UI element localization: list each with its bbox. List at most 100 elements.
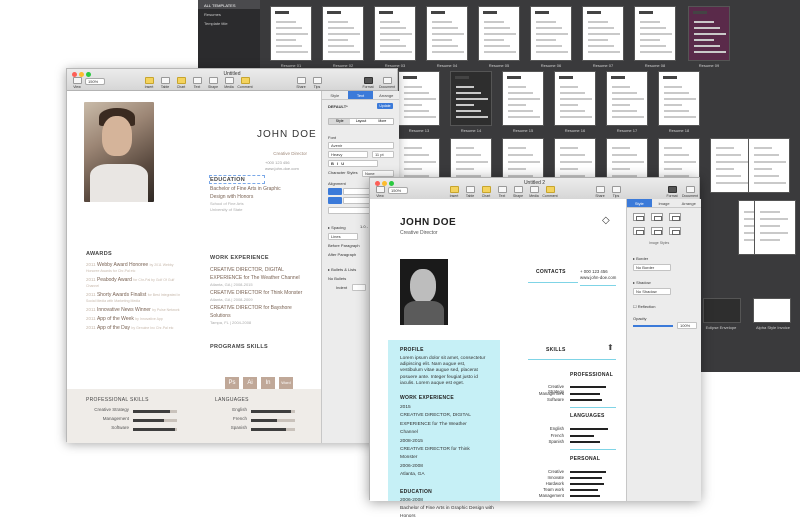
opacity-slider[interactable] — [633, 325, 673, 327]
toolbar-chart-button[interactable]: Chart — [478, 186, 494, 198]
indent-field[interactable] — [352, 284, 366, 291]
subtab-layout[interactable]: Layout — [350, 119, 371, 124]
template-thumbnail[interactable] — [530, 6, 572, 61]
tab-style[interactable]: Style — [627, 199, 652, 207]
toolbar-share-button[interactable]: Share — [293, 77, 309, 89]
toolbar-comment-button[interactable]: Comment — [237, 77, 253, 89]
font-size-field[interactable]: 11 pt — [372, 151, 394, 158]
contacts-heading[interactable]: CONTACTS — [536, 269, 566, 275]
image-style-2[interactable] — [651, 213, 663, 221]
toolbar-tips-button[interactable]: Tips — [309, 77, 325, 89]
template-thumbnail[interactable] — [374, 6, 416, 61]
profile-heading[interactable]: PROFILE — [400, 347, 424, 353]
toolbar-media-button[interactable]: Media — [526, 186, 542, 198]
education-heading[interactable]: EDUCATION — [400, 489, 432, 495]
award-item[interactable]: 2011 Webby Award Honoree by 2011 Webby H… — [86, 262, 186, 274]
awards-list[interactable]: 2011 Webby Award Honoree by 2011 Webby H… — [86, 262, 186, 334]
sidebar-item-all-templates[interactable]: ALL TEMPLATES — [198, 0, 260, 9]
resume-role[interactable]: Creative Director — [400, 230, 438, 236]
awards-heading[interactable]: AWARDS — [86, 251, 112, 257]
profile-photo[interactable] — [400, 259, 448, 325]
toolbar-share-button[interactable]: Share — [592, 186, 608, 198]
programs-heading[interactable]: PROGRAMS SKILLS — [210, 344, 268, 350]
zoom-select[interactable]: 150% — [85, 78, 105, 85]
image-style-4[interactable] — [633, 227, 645, 235]
award-item[interactable]: 2011 App of the Week by Innovative App — [86, 316, 186, 322]
resume-email[interactable]: www.john-doe.com — [265, 166, 299, 171]
font-family-select[interactable]: Avenir — [328, 142, 394, 149]
toolbar-view-button[interactable]: View — [69, 77, 85, 89]
personal-heading[interactable]: PERSONAL — [570, 456, 600, 462]
subtab-more[interactable]: More — [372, 119, 393, 124]
toolbar-table-button[interactable]: Table — [462, 186, 478, 198]
work-text[interactable]: 2015 CREATIVE DIRECTOR, DIGITAL EXPERIENCE… — [400, 404, 498, 480]
resume-phone[interactable]: +000 123 456 — [265, 160, 290, 165]
work-item[interactable]: CREATIVE DIRECTOR for Think Monster Atlan… — [210, 289, 305, 302]
template-thumbnail[interactable] — [606, 71, 648, 126]
subtab-style[interactable]: Style — [329, 119, 351, 124]
skills-heading[interactable]: SKILLS — [546, 347, 566, 353]
template-thumbnail[interactable] — [270, 6, 312, 61]
education-text[interactable]: Bachelor of Fine Arts in Graphic Design w… — [210, 185, 310, 213]
template-thumbnail[interactable] — [753, 298, 791, 323]
tab-arrange[interactable]: Arrange — [676, 199, 701, 207]
toolbar-text-button[interactable]: Text — [494, 186, 510, 198]
toolbar-text-button[interactable]: Text — [189, 77, 205, 89]
template-thumbnail[interactable] — [754, 200, 796, 255]
align-left-button[interactable] — [328, 188, 342, 195]
work-list[interactable]: CREATIVE DIRECTOR, DIGITAL EXPERIENCE fo… — [210, 266, 305, 327]
tab-style[interactable]: Style — [322, 91, 348, 99]
opacity-field[interactable]: 100% — [677, 322, 697, 329]
template-thumbnail[interactable] — [398, 71, 440, 126]
template-thumbnail[interactable] — [554, 71, 596, 126]
toolbar-format-button[interactable]: Format — [360, 77, 376, 89]
sidebar-item-template-title[interactable]: Template title — [198, 18, 260, 27]
toolbar-view-button[interactable]: View — [372, 186, 388, 198]
toolbar-shape-button[interactable]: Shape — [205, 77, 221, 89]
contact-info[interactable]: + 000 123 456 www.john-doe.com — [580, 269, 616, 281]
sidebar-item-resumes[interactable]: Resumes — [198, 9, 260, 18]
resume-role[interactable]: Creative Director — [257, 151, 307, 156]
languages-heading[interactable]: LANGUAGES — [215, 397, 249, 403]
tab-arrange[interactable]: Arrange — [373, 91, 399, 99]
resume-name[interactable]: JOHN DOE — [400, 217, 456, 228]
font-style-buttons[interactable]: B I U — [328, 160, 378, 167]
shadow-select[interactable]: No Shadow — [633, 288, 671, 295]
zoom-select[interactable]: 150% — [388, 187, 408, 194]
work-heading[interactable]: WORK EXPERIENCE — [400, 395, 454, 401]
education-heading[interactable]: EDUCATION — [210, 177, 245, 183]
education-text[interactable]: 2006-2008 Bachelor of Fine Arts in Graphi… — [400, 497, 498, 521]
image-style-5[interactable] — [651, 227, 663, 235]
toolbar-format-button[interactable]: Format — [664, 186, 680, 198]
award-item[interactable]: 2011 Peabody Award for Chr-Pal by Golf O… — [86, 277, 186, 289]
image-style-1[interactable] — [633, 213, 645, 221]
template-thumbnail[interactable] — [658, 71, 700, 126]
tab-text[interactable]: Text — [347, 91, 374, 99]
pro-skills-heading[interactable]: PROFESSIONAL SKILLS — [86, 397, 149, 403]
tab-image[interactable]: Image — [652, 199, 677, 207]
template-thumbnail[interactable] — [634, 6, 676, 61]
lines-select[interactable]: Lines — [328, 233, 358, 240]
languages-heading[interactable]: LANGUAGES — [570, 413, 605, 419]
professional-heading[interactable]: PROFESSIONAL — [570, 372, 613, 378]
image-style-3[interactable] — [669, 213, 681, 221]
award-item[interactable]: 2011 Innovative News Winner by Pulse Net… — [86, 307, 186, 313]
toolbar-shape-button[interactable]: Shape — [510, 186, 526, 198]
arrow-up-icon[interactable]: ⬆ — [607, 343, 614, 352]
template-thumbnail[interactable] — [710, 138, 752, 193]
resume-name[interactable]: JOHN DOE — [257, 129, 317, 140]
template-thumbnail[interactable] — [688, 6, 730, 61]
template-thumbnail[interactable] — [450, 71, 492, 126]
award-item[interactable]: 2011 Shorty Awards Finalist for Best Int… — [86, 292, 186, 304]
toolbar-insert-button[interactable]: Insert — [141, 77, 157, 89]
character-styles-select[interactable]: None — [362, 170, 394, 177]
template-thumbnail[interactable] — [502, 71, 544, 126]
indent-button[interactable] — [328, 197, 342, 204]
template-thumbnail[interactable] — [322, 6, 364, 61]
template-thumbnail[interactable] — [426, 6, 468, 61]
award-item[interactable]: 2011 App of the Day by Genuine Inc Chr-P… — [86, 325, 186, 331]
paragraph-style-name[interactable]: DEFAULT* — [328, 104, 348, 109]
profile-photo[interactable] — [84, 102, 154, 202]
template-thumbnail[interactable] — [478, 6, 520, 61]
toolbar-table-button[interactable]: Table — [157, 77, 173, 89]
